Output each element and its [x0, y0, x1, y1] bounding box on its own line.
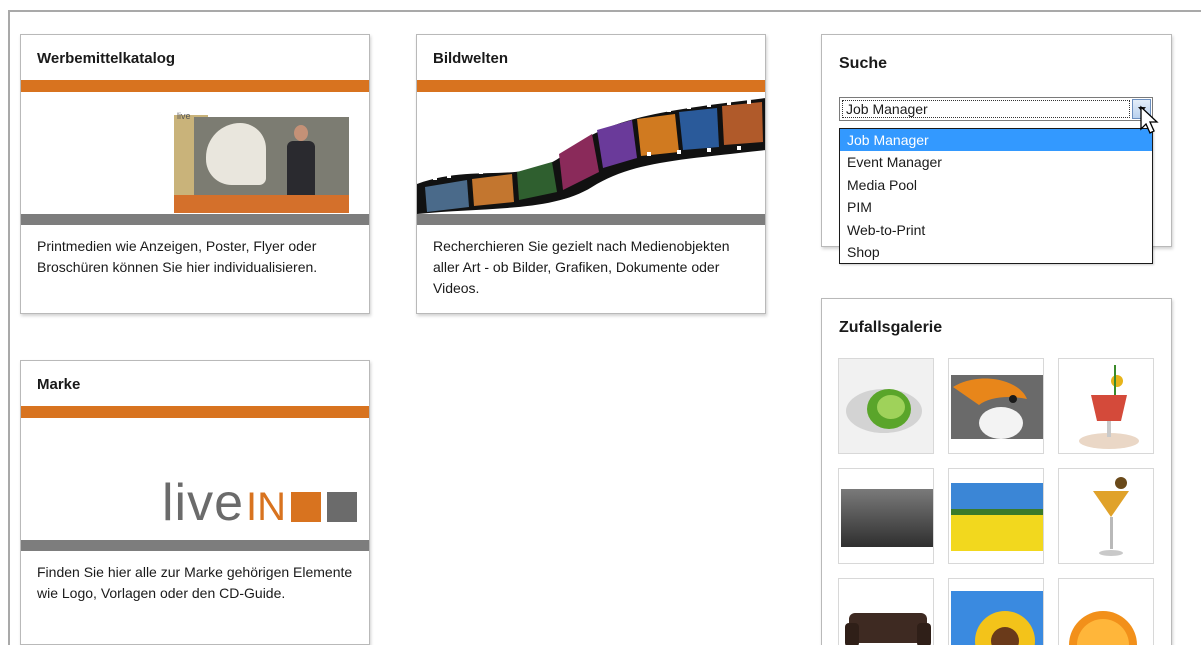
gray-bar	[21, 540, 369, 551]
search-title: Suche	[839, 55, 888, 72]
leather-sofa-image	[839, 579, 933, 645]
gray-bar	[21, 214, 369, 225]
gallery-title: Zufallsgalerie	[839, 319, 943, 336]
gray-bar	[417, 214, 765, 225]
card-title: Werbemittelkatalog	[37, 50, 176, 67]
card-title: Bildwelten	[433, 50, 509, 67]
orange-bar	[21, 406, 369, 418]
search-dropdown[interactable]: Job Manager Event Manager Media Pool PIM…	[839, 128, 1153, 264]
chair-shape	[206, 123, 266, 185]
thumb-martini[interactable]	[1058, 468, 1154, 564]
orange-bar	[417, 80, 765, 92]
logo-orange-square	[291, 492, 321, 522]
rapeseed-field-image	[949, 469, 1043, 563]
sunflower-image	[949, 579, 1043, 645]
thumb-gray-gradient[interactable]	[838, 468, 934, 564]
card-title: Marke	[37, 376, 81, 393]
dropdown-option[interactable]: Web-to-Print	[840, 219, 1152, 241]
martini-glass-image	[1059, 469, 1153, 563]
card-description: Recherchieren Sie gezielt nach Medienobj…	[433, 238, 730, 296]
catalog-image[interactable]: live	[21, 92, 369, 214]
dropdown-option[interactable]: Event Manager	[840, 151, 1152, 173]
filmstrip-graphic	[417, 98, 765, 214]
card-description: Printmedien wie Anzeigen, Poster, Flyer …	[37, 238, 318, 275]
search-select[interactable]: Job Manager	[839, 97, 1153, 121]
orange-bar	[21, 80, 369, 92]
catalog-logo: live	[177, 111, 191, 121]
card-bildwelten[interactable]: Bildwelten Recherchieren Sie gezielt nac…	[416, 34, 766, 314]
dropdown-option[interactable]: Job Manager	[840, 129, 1152, 152]
orange-slices-image	[1059, 579, 1153, 645]
thumb-sunflower[interactable]	[948, 578, 1044, 645]
toucan-image	[949, 359, 1043, 453]
gray-gradient-image	[839, 469, 933, 563]
lime-splash-image	[839, 359, 933, 453]
card-marke[interactable]: Marke live IN Finden Sie hier alle zur M…	[20, 360, 370, 645]
filmstrip-image[interactable]	[417, 92, 765, 214]
dropdown-option[interactable]: Shop	[840, 241, 1152, 263]
logo-gray-square	[327, 492, 357, 522]
livein-logo: live IN	[162, 473, 357, 533]
dropdown-option[interactable]: PIM	[840, 196, 1152, 218]
thumb-rapeseed-field[interactable]	[948, 468, 1044, 564]
card-description: Finden Sie hier alle zur Marke gehörigen…	[37, 564, 353, 601]
cocktail-glass-image	[1059, 359, 1153, 453]
mouse-cursor-icon	[1140, 105, 1159, 134]
card-werbemittelkatalog[interactable]: Werbemittelkatalog live Printmedien wie …	[20, 34, 370, 314]
brand-logo-image[interactable]: live IN	[21, 418, 369, 540]
thumb-lime-splash[interactable]	[838, 358, 934, 454]
dropdown-option[interactable]: Media Pool	[840, 174, 1152, 196]
catalog-cover: live	[174, 107, 349, 213]
thumb-sofa[interactable]	[838, 578, 934, 645]
thumb-orange[interactable]	[1058, 578, 1154, 645]
search-select-value: Job Manager	[842, 100, 1130, 118]
thumb-toucan[interactable]	[948, 358, 1044, 454]
thumb-cocktail[interactable]	[1058, 358, 1154, 454]
